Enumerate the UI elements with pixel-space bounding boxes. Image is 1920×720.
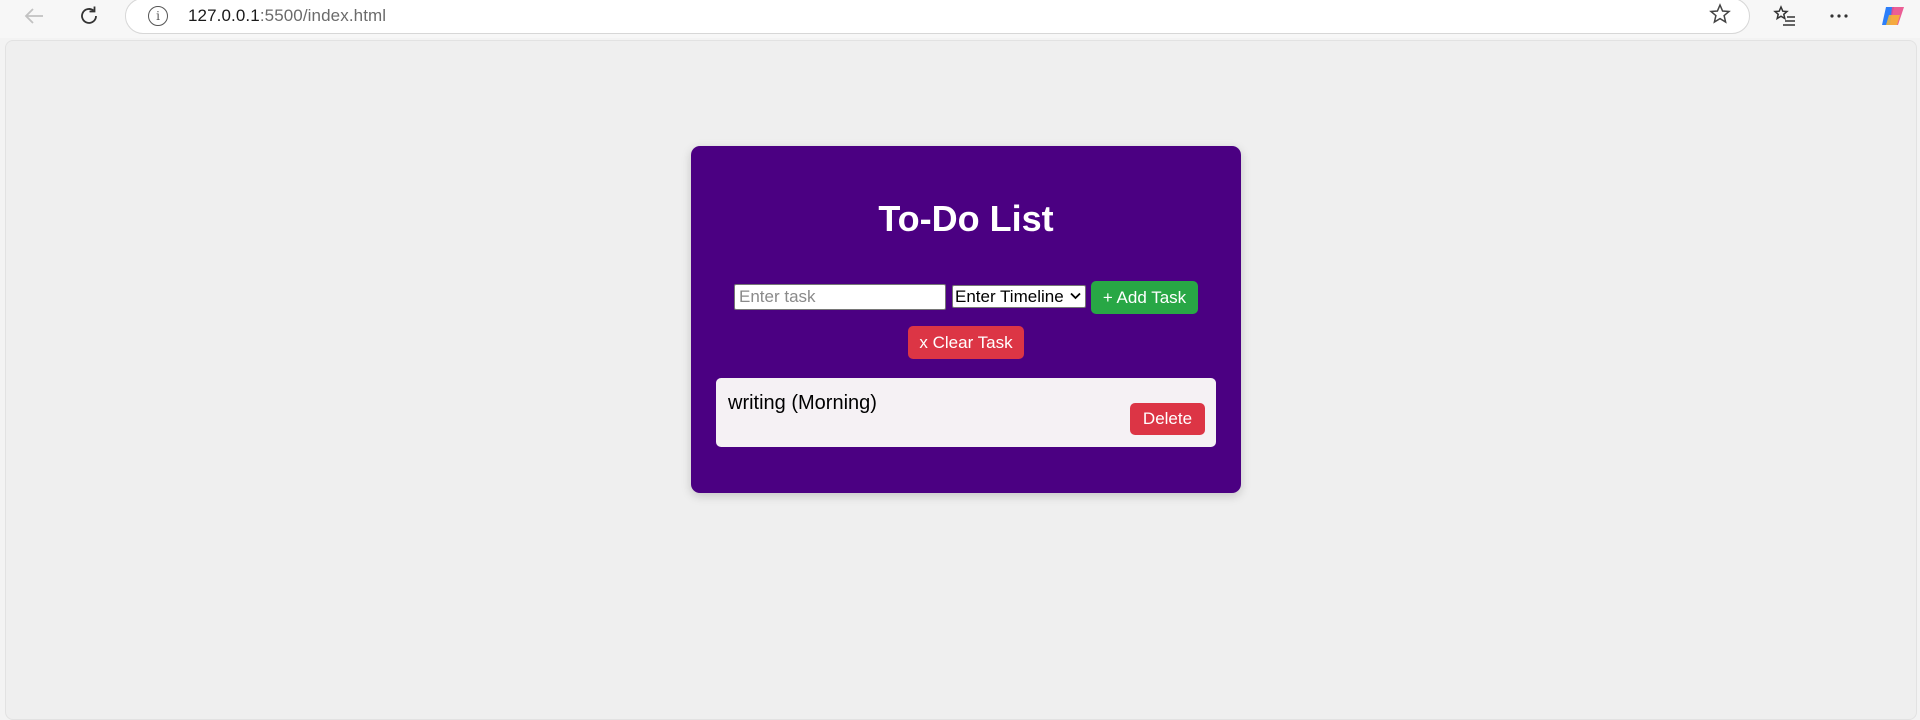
info-icon[interactable]: i	[148, 6, 168, 26]
timeline-select-value: Enter Timeline	[955, 286, 1064, 306]
browser-toolbar: i 127.0.0.1:5500/index.html	[0, 0, 1920, 38]
page-viewport: To-Do List Enter Timeline + Add Task x C…	[5, 40, 1917, 720]
favorites-list-icon[interactable]	[1767, 0, 1803, 32]
task-input[interactable]	[734, 284, 946, 310]
task-text: writing (Morning)	[728, 392, 877, 414]
list-item: writing (Morning) Delete	[716, 378, 1216, 447]
more-options-icon[interactable]	[1821, 0, 1857, 32]
chevron-down-icon	[1070, 291, 1081, 303]
star-icon[interactable]	[1709, 3, 1731, 31]
back-arrow-icon[interactable]	[16, 0, 52, 32]
reload-icon[interactable]	[71, 0, 107, 32]
timeline-select[interactable]: Enter Timeline	[952, 285, 1086, 308]
clear-task-button[interactable]: x Clear Task	[908, 326, 1024, 359]
todo-card: To-Do List Enter Timeline + Add Task x C…	[691, 146, 1241, 493]
add-task-button[interactable]: + Add Task	[1091, 281, 1198, 314]
copilot-icon[interactable]	[1875, 0, 1911, 32]
page-title: To-Do List	[878, 198, 1054, 239]
url-text: 127.0.0.1:5500/index.html	[188, 6, 387, 25]
delete-button[interactable]: Delete	[1130, 403, 1205, 435]
address-bar[interactable]: i 127.0.0.1:5500/index.html	[125, 0, 1750, 34]
